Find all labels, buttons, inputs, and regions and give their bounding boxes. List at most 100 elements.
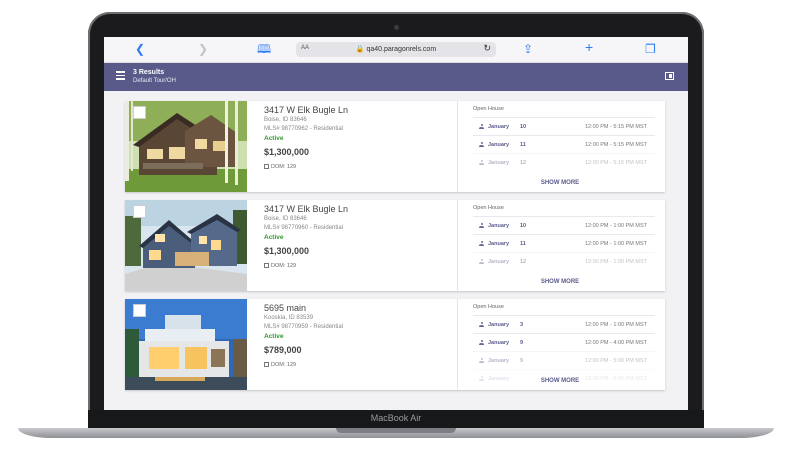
listing-dom: DOM: 129: [271, 164, 297, 170]
listing-info: 3417 W Elk Bugle Ln Boise, ID 83646 MLS#…: [264, 200, 454, 291]
listing-mls: MLS# 98770960 - Residential: [264, 225, 344, 231]
divider: [457, 101, 458, 192]
listing-card[interactable]: 3417 W Elk Bugle Ln Boise, ID 83646 MLS#…: [125, 200, 665, 291]
open-house-row[interactable]: January 10 12:00 PM - 1:00 PM MST: [473, 216, 655, 235]
open-house-month: January: [488, 142, 510, 148]
open-house-day: 3: [520, 322, 524, 328]
open-house-title: Open House: [473, 205, 504, 211]
app-header: 3 Results Default Tour/OH: [104, 63, 688, 91]
open-house-time: 12:00 PM - 4:00 PM MST: [584, 340, 647, 346]
person-icon: [479, 124, 484, 129]
open-house-day: 11: [520, 142, 526, 148]
open-house-day: 9: [520, 358, 524, 364]
open-house-day: 11: [520, 241, 526, 247]
open-house-row[interactable]: January 11 12:00 PM - 5:15 PM MST: [473, 135, 655, 154]
menu-icon[interactable]: [116, 71, 125, 80]
listing-price: $789,000: [264, 345, 302, 355]
open-house-day: 9: [520, 340, 524, 346]
panel-toggle-icon[interactable]: [665, 72, 674, 80]
listing-address[interactable]: 3417 W Elk Bugle Ln: [264, 105, 348, 115]
open-house-row[interactable]: January 10 12:00 PM - 5:15 PM MST: [473, 117, 655, 136]
open-house-row[interactable]: January 9 12:00 PM - 4:00 PM MST: [473, 333, 655, 352]
open-house-month: January: [488, 358, 510, 364]
listing-price: $1,300,000: [264, 246, 310, 256]
select-checkbox[interactable]: [133, 106, 146, 119]
listing-status: Active: [264, 234, 284, 241]
divider: [457, 299, 458, 390]
open-house-row[interactable]: January 12 12:00 PM - 1:00 PM MST: [473, 252, 655, 271]
listing-status: Active: [264, 135, 284, 142]
show-more-button[interactable]: SHOW MORE: [465, 279, 655, 285]
person-icon: [479, 340, 484, 345]
open-house-time: 12:00 PM - 1:00 PM MST: [584, 322, 647, 328]
listing-card[interactable]: 3417 W Elk Bugle Ln Boise, ID 83646 MLS#…: [125, 101, 665, 192]
show-more-button[interactable]: SHOW MORE: [465, 180, 655, 186]
select-checkbox[interactable]: [133, 304, 146, 317]
open-house-time: 12:00 PM - 1:00 PM MST: [584, 223, 647, 229]
open-house-day: 12: [520, 259, 527, 265]
open-house-panel: Open House January 10 12:00 PM - 1:00 PM…: [465, 200, 655, 291]
open-house-month: January: [488, 241, 510, 247]
share-icon[interactable]: ⇪: [523, 42, 533, 56]
open-house-panel: Open House January 10 12:00 PM - 5:15 PM…: [465, 101, 655, 192]
calendar-icon: [264, 263, 269, 268]
listing-info: 3417 W Elk Bugle Ln Boise, ID 83646 MLS#…: [264, 101, 454, 192]
open-house-month: January: [488, 160, 510, 166]
back-icon[interactable]: ❮: [135, 42, 145, 56]
tour-subtitle: Default Tour/OH: [133, 78, 176, 84]
person-icon: [479, 259, 484, 264]
lock-icon: 🔒: [355, 46, 365, 53]
open-house-day: 10: [520, 223, 527, 229]
listing-dom: DOM: 129: [271, 362, 297, 368]
address-bar[interactable]: AA 🔒 qa40.paragonrels.com ↻: [296, 42, 496, 57]
listing-results: 3417 W Elk Bugle Ln Boise, ID 83646 MLS#…: [104, 91, 688, 415]
bookmarks-icon[interactable]: 🕮: [257, 42, 271, 56]
person-icon: [479, 358, 484, 363]
listing-address[interactable]: 3417 W Elk Bugle Ln: [264, 204, 348, 214]
calendar-icon: [264, 362, 269, 367]
open-house-time: 12:00 PM - 5:15 PM MST: [584, 160, 647, 166]
open-house-row[interactable]: January 9 12:00 PM - 5:00 PM MST: [473, 351, 655, 370]
tabs-icon[interactable]: ❐: [645, 42, 656, 56]
listing-city: Boise, ID 83646: [264, 216, 307, 222]
divider: [457, 200, 458, 291]
open-house-time: 12:00 PM - 1:00 PM MST: [584, 259, 647, 265]
open-house-time: 12:00 PM - 5:15 PM MST: [584, 124, 647, 130]
select-checkbox[interactable]: [133, 205, 146, 218]
listing-mls: MLS# 98770959 - Residential: [264, 324, 344, 330]
person-icon: [479, 223, 484, 228]
listing-mls: MLS# 98770962 - Residential: [264, 126, 344, 132]
open-house-month: January: [488, 223, 510, 229]
open-house-title: Open House: [473, 304, 504, 310]
brand-label: MacBook Air: [370, 413, 422, 423]
open-house-row[interactable]: January 3 12:00 PM - 1:00 PM MST: [473, 315, 655, 334]
listing-price: $1,300,000: [264, 147, 310, 157]
listing-card[interactable]: 5695 main Kooskia, ID 83539 MLS# 9877095…: [125, 299, 665, 390]
open-house-day: 10: [520, 124, 527, 130]
open-house-time: 12:00 PM - 5:15 PM MST: [584, 142, 647, 148]
listing-info: 5695 main Kooskia, ID 83539 MLS# 9877095…: [264, 299, 454, 390]
url-text: qa40.paragonrels.com: [366, 46, 437, 53]
person-icon: [479, 322, 484, 327]
listing-status: Active: [264, 333, 284, 340]
open-house-month: January: [488, 340, 510, 346]
open-house-day: 12: [520, 160, 527, 166]
show-more-button[interactable]: SHOW MORE: [465, 378, 655, 384]
open-house-time: 12:00 PM - 1:00 PM MST: [584, 241, 647, 247]
open-house-month: January: [488, 124, 510, 130]
open-house-panel: Open House January 3 12:00 PM - 1:00 PM …: [465, 299, 655, 390]
browser-toolbar: ❮ ❯ 🕮 AA 🔒 qa40.paragonrels.com ↻ ⇪ + ❐: [104, 37, 688, 63]
open-house-row[interactable]: January 11 12:00 PM - 1:00 PM MST: [473, 234, 655, 253]
listing-city: Kooskia, ID 83539: [264, 315, 314, 321]
camera: [394, 25, 399, 30]
open-house-time: 12:00 PM - 5:00 PM MST: [584, 358, 647, 364]
new-tab-icon[interactable]: +: [585, 40, 593, 54]
open-house-row[interactable]: January 12 12:00 PM - 5:15 PM MST: [473, 153, 655, 172]
listing-address[interactable]: 5695 main: [264, 303, 306, 313]
screen: ❮ ❯ 🕮 AA 🔒 qa40.paragonrels.com ↻ ⇪ + ❐ …: [104, 37, 688, 415]
person-icon: [479, 241, 484, 246]
person-icon: [479, 160, 484, 165]
forward-icon[interactable]: ❯: [198, 42, 208, 56]
calendar-icon: [264, 164, 269, 169]
reload-icon[interactable]: ↻: [483, 43, 491, 54]
